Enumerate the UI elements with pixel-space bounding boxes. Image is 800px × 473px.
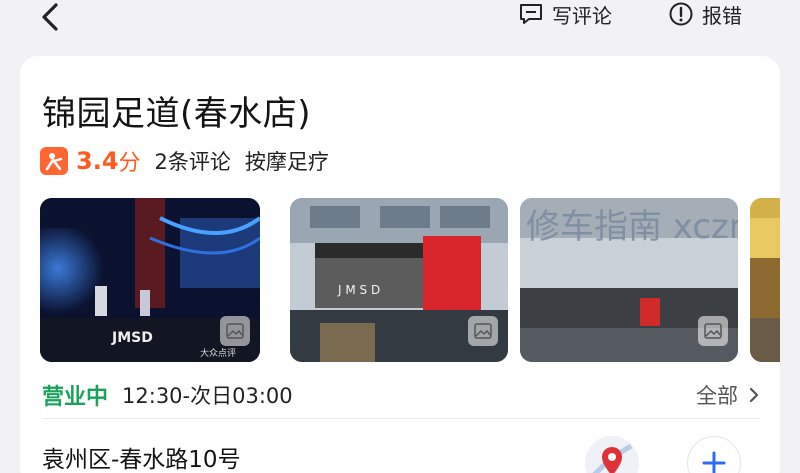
shop-address: 袁州区-春水路10号 <box>42 447 241 473</box>
photo-2[interactable]: J M S D <box>290 198 508 362</box>
photo-3-watermark: 修车指南 xczn.xyz <box>526 207 738 247</box>
plus-icon <box>702 451 726 473</box>
rating-score: 3.4 <box>76 147 119 175</box>
review-count[interactable]: 2条评论 <box>155 146 231 176</box>
photo-3-image-icon <box>698 316 728 346</box>
photo-3[interactable]: 修车指南 xczn.xyz <box>520 198 738 362</box>
report-error-label: 报错 <box>702 3 742 28</box>
add-button[interactable] <box>687 436 741 473</box>
all-hours-link[interactable]: 全部 <box>696 378 760 412</box>
rating-unit: 分 <box>118 151 141 176</box>
address-row[interactable]: 袁州区-春水路10号 <box>42 440 241 473</box>
photo-4-image <box>750 198 780 362</box>
open-status: 营业中 <box>42 385 109 410</box>
photo-strip[interactable]: JMSD 大众点评 J M S D 修车指南 xcz <box>40 198 780 362</box>
svg-text:JMSD: JMSD <box>111 330 153 346</box>
photo-2-image-icon <box>468 316 498 346</box>
top-bar: 写评论 报错 <box>0 0 800 52</box>
shop-info-card: 锦园足道(春水店) 3.4 分 2条评论 按摩足疗 JMSD 大众点评 J M … <box>20 56 780 473</box>
all-hours-label: 全部 <box>696 384 738 408</box>
write-review-label: 写评论 <box>552 3 612 28</box>
comment-icon <box>520 4 542 24</box>
business-hours-row[interactable]: 营业中 12:30-次日03:00 全部 <box>42 378 760 412</box>
rating-row[interactable]: 3.4 分 2条评论 按摩足疗 <box>40 146 329 176</box>
report-error-button[interactable]: 报错 <box>668 0 742 28</box>
map-navigation-button[interactable] <box>585 436 639 473</box>
back-arrow-icon <box>42 3 58 31</box>
photo-1[interactable]: JMSD 大众点评 <box>40 198 260 362</box>
write-review-button[interactable]: 写评论 <box>518 0 612 28</box>
shop-title: 锦园足道(春水店) <box>42 94 312 134</box>
back-button[interactable] <box>30 0 70 34</box>
photo-4[interactable] <box>750 198 780 362</box>
opening-hours: 12:30-次日03:00 <box>122 384 293 408</box>
photo-1-image-icon <box>220 316 250 346</box>
warning-icon <box>669 2 693 26</box>
svg-text:J M S D: J M S D <box>337 283 380 297</box>
photo-1-watermark: 大众点评 <box>200 347 236 359</box>
divider <box>42 418 760 419</box>
chevron-right-icon <box>749 387 759 403</box>
map-pin-icon <box>585 436 639 473</box>
dianping-logo-icon <box>40 147 68 175</box>
shop-category: 按摩足疗 <box>244 150 329 174</box>
